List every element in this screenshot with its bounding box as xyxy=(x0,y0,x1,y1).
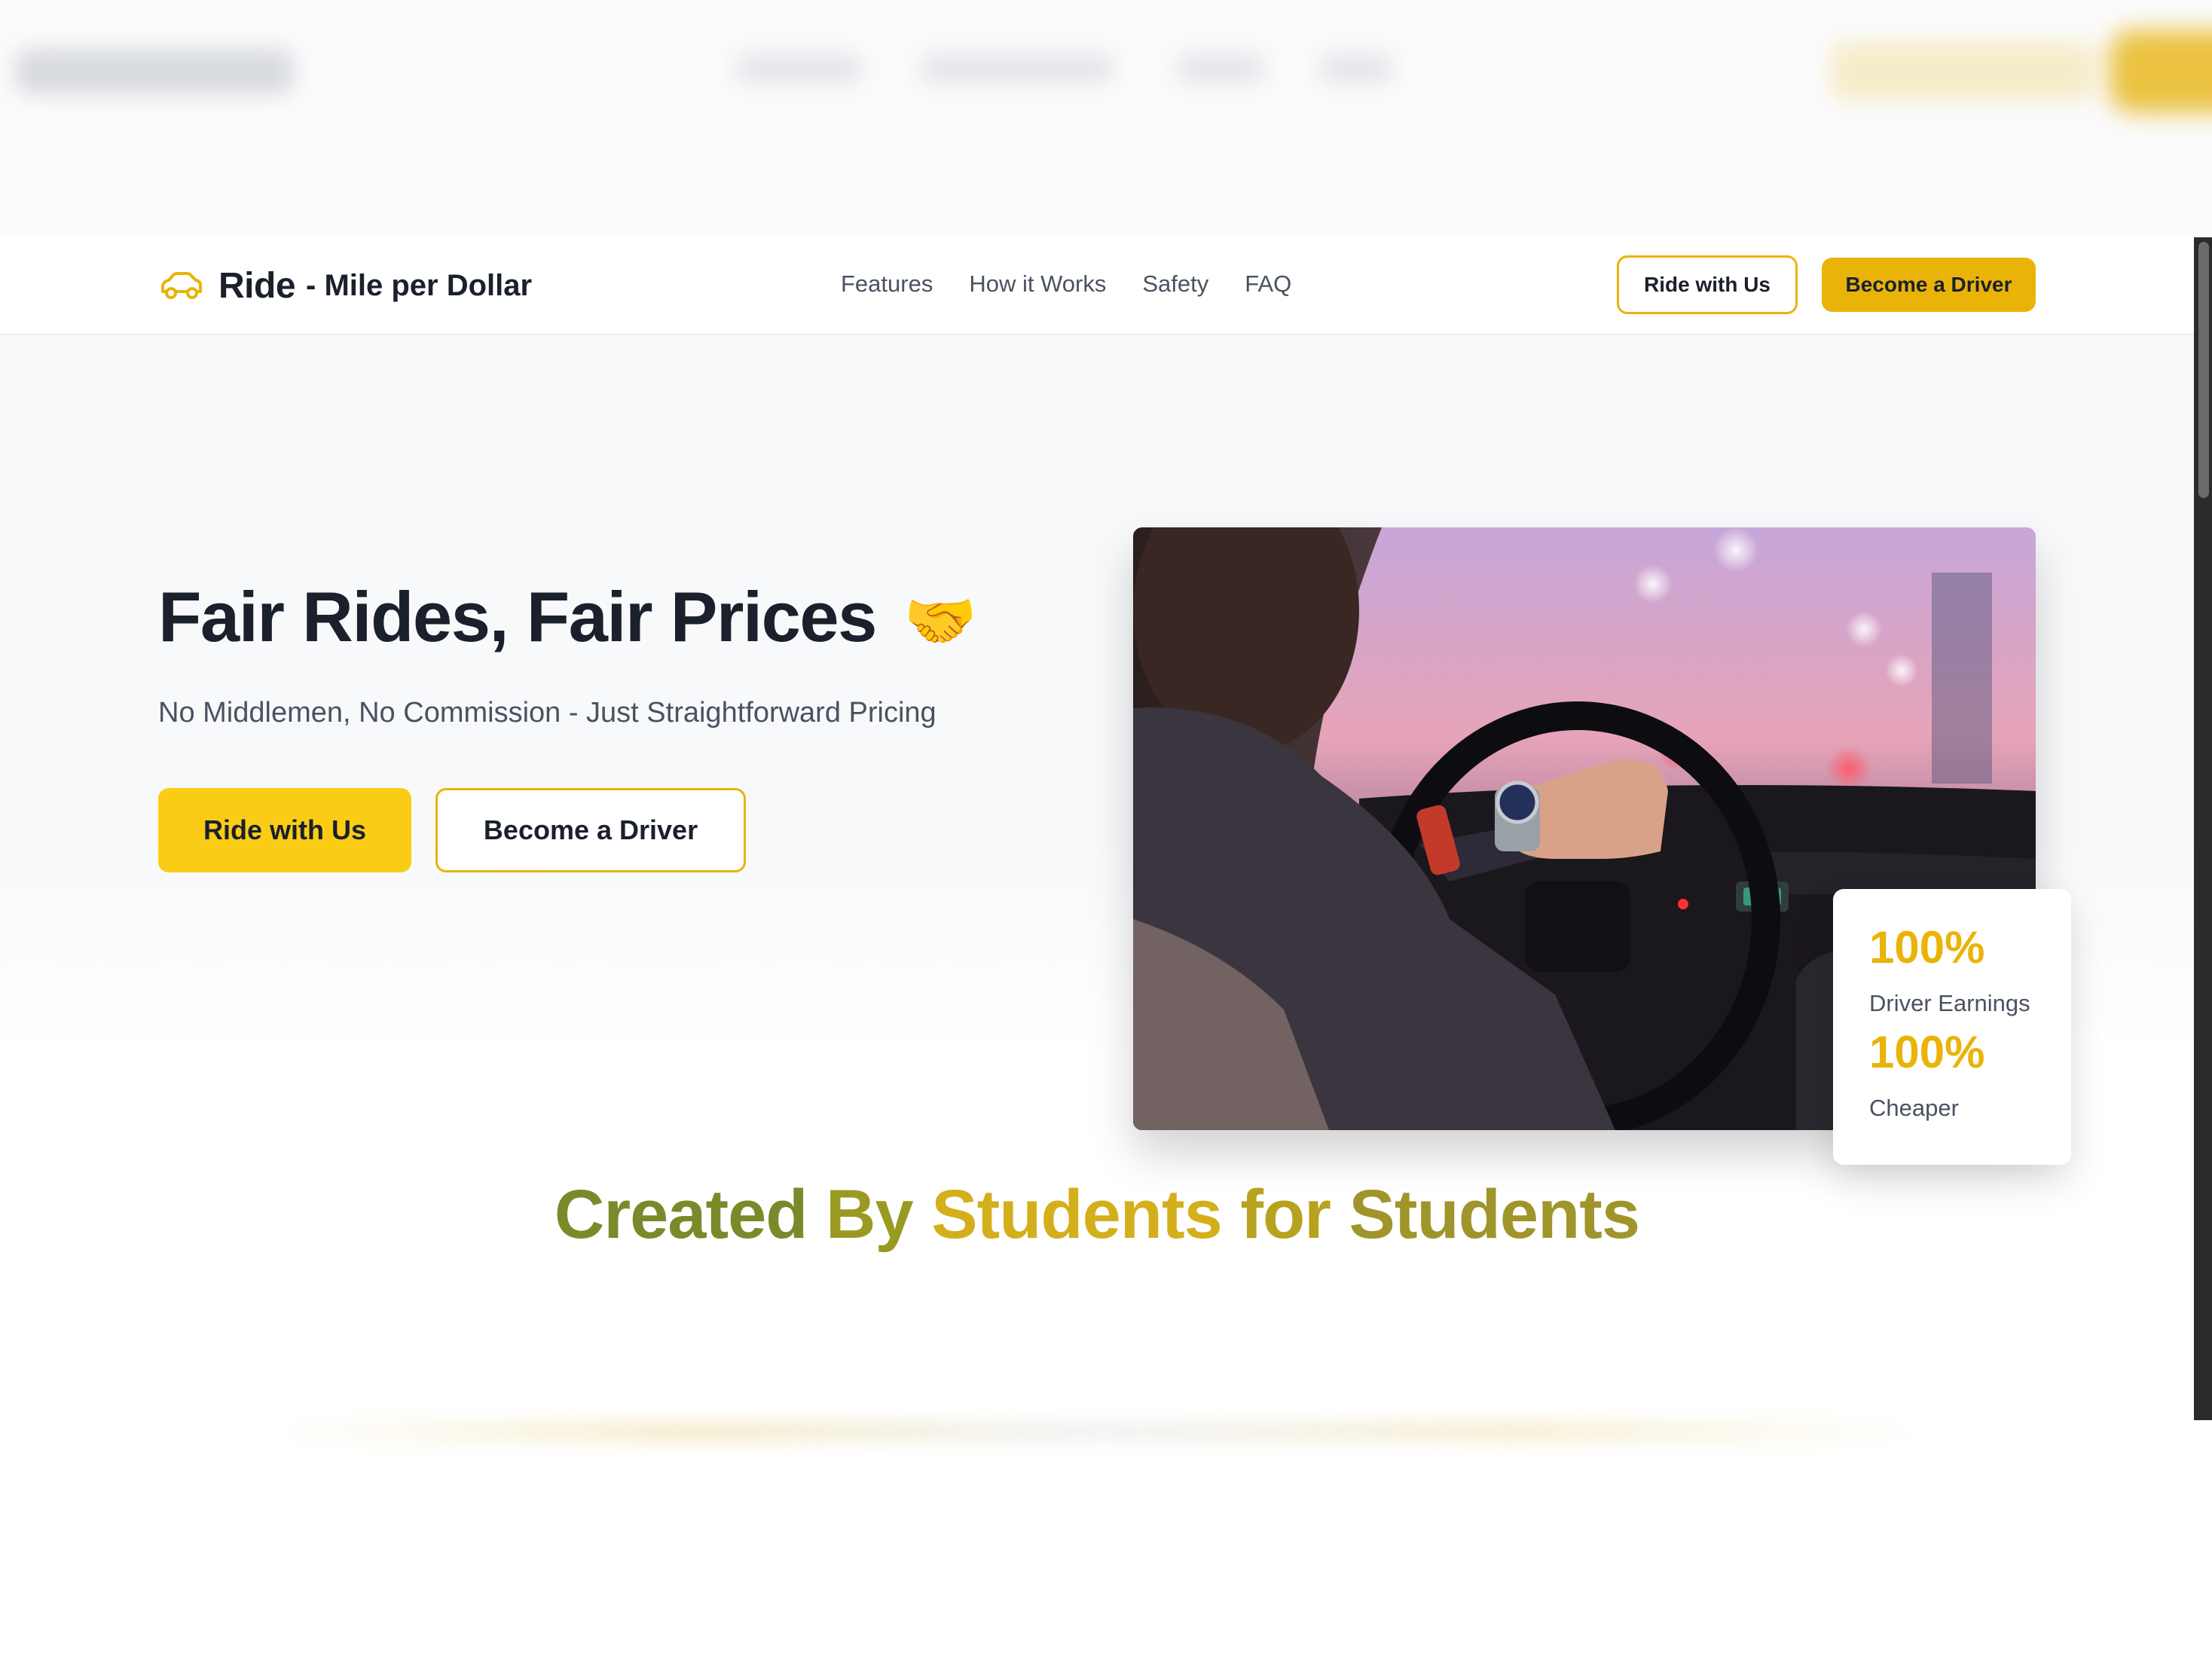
hero-title: Fair Rides, Fair Prices 🤝 xyxy=(158,576,977,658)
hero-section: Fair Rides, Fair Prices 🤝 No Middlemen, … xyxy=(0,335,2194,1165)
stats-card: 100% Driver Earnings 100% Cheaper xyxy=(1833,889,2071,1165)
hero-subtitle: No Middlemen, No Commission - Just Strai… xyxy=(158,697,936,729)
blurred-nav-item xyxy=(735,53,863,84)
blurred-shadow xyxy=(271,1420,1929,1443)
handshake-icon: 🤝 xyxy=(903,588,977,654)
car-icon xyxy=(161,272,202,299)
hero-become-driver-button[interactable]: Become a Driver xyxy=(435,788,746,872)
page-bottom-fade xyxy=(0,1420,2212,1659)
nav-link-faq[interactable]: FAQ xyxy=(1245,270,1291,298)
stat-label: Cheaper xyxy=(1869,1095,1959,1121)
stat-value: 100% xyxy=(1869,1027,1985,1077)
blurred-logo xyxy=(15,49,294,94)
browser-viewport: Ride - Mile per Dollar Features How it W… xyxy=(0,237,2212,1420)
nav-links: Features How it Works Safety FAQ xyxy=(841,270,1291,298)
nav-become-driver-button[interactable]: Become a Driver xyxy=(1822,258,2036,312)
blurred-nav-item xyxy=(919,53,1115,84)
tagline-word: Students xyxy=(931,1176,1223,1253)
hero-ride-with-us-button[interactable]: Ride with Us xyxy=(158,788,411,872)
brand-logo[interactable]: Ride - Mile per Dollar xyxy=(158,263,532,308)
tagline-word: Students xyxy=(1349,1176,1641,1253)
blurred-nav-item xyxy=(1318,53,1394,84)
tagline-word: for xyxy=(1240,1176,1331,1253)
hero-title-text: Fair Rides, Fair Prices xyxy=(158,577,877,656)
tagline-word: By xyxy=(826,1176,914,1253)
stat-value: 100% xyxy=(1869,922,1985,973)
nav-link-features[interactable]: Features xyxy=(841,270,933,298)
tagline-word: Created xyxy=(554,1176,808,1253)
brand-name: Ride xyxy=(218,265,296,306)
blurred-nav-item xyxy=(1175,53,1266,84)
blurred-button xyxy=(1831,41,2094,102)
nav-link-how-it-works[interactable]: How it Works xyxy=(969,270,1106,298)
blurred-button xyxy=(2110,30,2212,113)
scrollbar-thumb[interactable] xyxy=(2198,242,2209,498)
blurred-background-header xyxy=(0,0,2212,237)
nav-ride-with-us-button[interactable]: Ride with Us xyxy=(1617,255,1798,314)
brand-tagline: - Mile per Dollar xyxy=(306,268,533,302)
stat-label: Driver Earnings xyxy=(1869,990,2030,1016)
navbar: Ride - Mile per Dollar Features How it W… xyxy=(0,237,2194,335)
students-tagline: Created By Students for Students xyxy=(0,1175,2194,1254)
scrollbar[interactable] xyxy=(2194,237,2212,1420)
nav-link-safety[interactable]: Safety xyxy=(1142,270,1208,298)
